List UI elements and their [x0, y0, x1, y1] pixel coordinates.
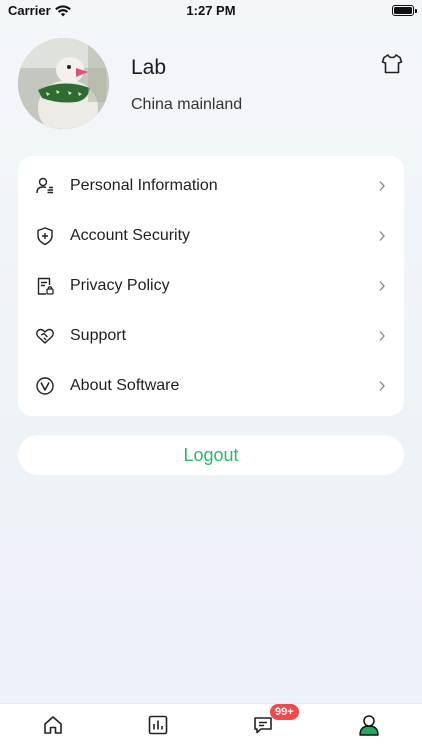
menu-item-about-software[interactable]: About Software [18, 361, 404, 411]
menu-item-label: Privacy Policy [70, 277, 170, 294]
avatar[interactable] [18, 38, 109, 129]
heart-handshake-icon [36, 328, 54, 344]
chat-icon [254, 717, 272, 734]
menu-item-personal-information[interactable]: Personal Information [18, 161, 404, 211]
v-circle-icon [36, 377, 54, 395]
bar-chart-icon [148, 715, 168, 735]
tshirt-icon [381, 54, 403, 74]
battery-icon [392, 5, 417, 16]
chevron-right-icon [379, 381, 385, 391]
tshirt-button[interactable] [380, 52, 404, 76]
tab-stats[interactable] [143, 710, 173, 740]
profile-header: Lab China mainland [18, 38, 404, 130]
menu-item-account-security[interactable]: Account Security [18, 211, 404, 261]
status-bar: Carrier 1:27 PM [0, 0, 422, 24]
chevron-right-icon [379, 181, 385, 191]
avatar-image [18, 38, 109, 129]
messages-badge: 99+ [270, 704, 299, 720]
settings-menu-card: Personal Information Account Security Pr… [18, 156, 404, 416]
chevron-right-icon [379, 331, 385, 341]
profile-region: China mainland [131, 96, 243, 113]
document-lock-icon [37, 277, 54, 295]
menu-item-label: About Software [70, 377, 180, 394]
logout-button[interactable]: Logout [18, 435, 404, 475]
menu-item-label: Account Security [70, 227, 191, 244]
shield-plus-icon [37, 227, 53, 246]
menu-item-support[interactable]: Support [18, 311, 404, 361]
status-time: 1:27 PM [186, 3, 236, 18]
bottom-tab-bar [0, 703, 422, 751]
menu-item-privacy-policy[interactable]: Privacy Policy [18, 261, 404, 311]
menu-item-label: Support [70, 327, 127, 344]
profile-name: Lab [131, 56, 167, 79]
chevron-right-icon [379, 281, 385, 291]
tab-profile[interactable] [354, 710, 384, 740]
tab-home[interactable] [38, 710, 68, 740]
user-icon [359, 715, 379, 736]
user-list-icon [36, 177, 53, 194]
chevron-right-icon [379, 231, 385, 241]
menu-item-label: Personal Information [70, 177, 218, 194]
home-icon [44, 716, 62, 734]
